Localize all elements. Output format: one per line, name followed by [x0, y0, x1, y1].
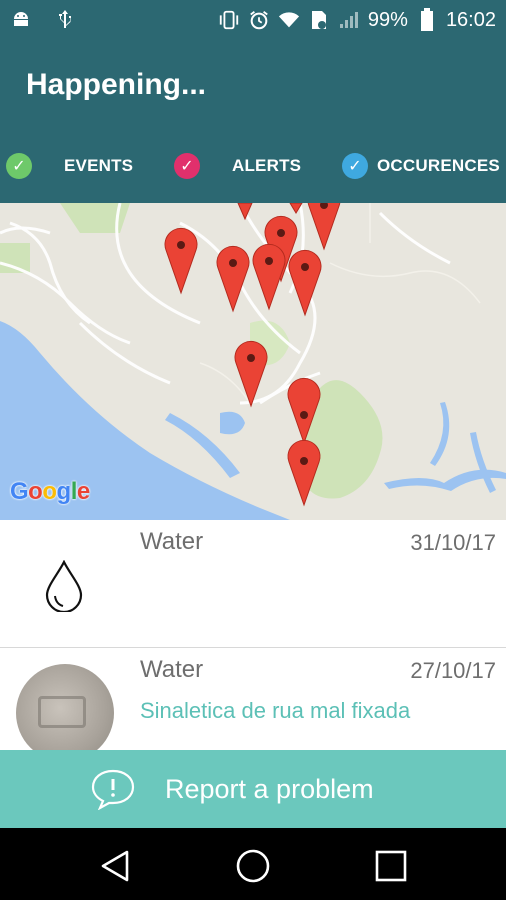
item-category: Water	[140, 656, 204, 683]
map-marker[interactable]	[307, 203, 341, 251]
map-markers	[164, 203, 341, 507]
filter-label: EVENTS	[64, 156, 134, 175]
home-icon[interactable]	[235, 848, 271, 884]
status-bar: 99% 16:02	[0, 0, 506, 40]
map-marker[interactable]	[252, 244, 286, 311]
filter-alerts[interactable]: ✓ ALERTS	[174, 148, 301, 184]
vibrate-icon	[218, 9, 240, 31]
list-item[interactable]: Water 31/10/17	[0, 520, 506, 648]
filter-events[interactable]: ✓ EVENTS	[6, 148, 133, 184]
item-date: 31/10/17	[410, 530, 496, 555]
map-marker[interactable]	[216, 246, 250, 313]
report-problem-button[interactable]: Report a problem	[0, 750, 506, 828]
water-drop-icon	[44, 559, 84, 617]
map-marker[interactable]	[289, 203, 303, 214]
clock: 16:02	[445, 8, 496, 31]
google-logo: Google	[10, 478, 90, 505]
android-icon	[10, 9, 32, 31]
item-category: Water	[140, 528, 204, 555]
system-nav-bar	[0, 828, 506, 900]
battery-icon	[416, 8, 438, 31]
page-title: Happening...	[26, 68, 206, 101]
occurrence-list: Water 31/10/17 Water 27/10/17 Sinaletica…	[0, 520, 506, 762]
chat-alert-icon	[90, 768, 136, 815]
check-icon: ✓	[342, 153, 368, 179]
item-thumbnail	[16, 664, 114, 762]
report-label: Report a problem	[165, 774, 374, 804]
map-marker[interactable]	[234, 341, 268, 408]
wifi-icon	[278, 9, 300, 31]
app-toolbar: Happening... ✓ EVENTS ✓ ALERTS ✓ OCCUREN…	[0, 40, 506, 203]
filter-bar: ✓ EVENTS ✓ ALERTS ✓ OCCURENCES	[0, 148, 506, 184]
recents-icon[interactable]	[373, 848, 409, 884]
list-item[interactable]: Water 27/10/17 Sinaletica de rua mal fix…	[0, 648, 506, 762]
filter-occurences[interactable]: ✓ OCCURENCES	[342, 148, 500, 184]
alarm-icon	[248, 9, 270, 31]
map-marker[interactable]	[288, 250, 322, 317]
usb-icon	[54, 9, 76, 31]
filter-label: ALERTS	[232, 156, 302, 175]
item-date: 27/10/17	[410, 658, 496, 683]
signal-icon	[338, 9, 360, 31]
battery-percent: 99%	[367, 8, 408, 31]
item-description: Sinaletica de rua mal fixada	[140, 698, 411, 723]
check-icon: ✓	[174, 153, 200, 179]
filter-label: OCCURENCES	[377, 156, 500, 175]
map-view[interactable]: Google	[0, 203, 506, 520]
app-screen: 99% 16:02 Happening... ✓ EVENTS ✓ ALERTS…	[0, 0, 506, 900]
map-marker[interactable]	[237, 203, 253, 221]
sim-icon	[308, 9, 330, 31]
check-icon: ✓	[6, 153, 32, 179]
map-marker[interactable]	[164, 228, 198, 295]
back-icon[interactable]	[98, 848, 134, 884]
map-marker[interactable]	[287, 378, 321, 445]
map-marker[interactable]	[287, 440, 321, 507]
